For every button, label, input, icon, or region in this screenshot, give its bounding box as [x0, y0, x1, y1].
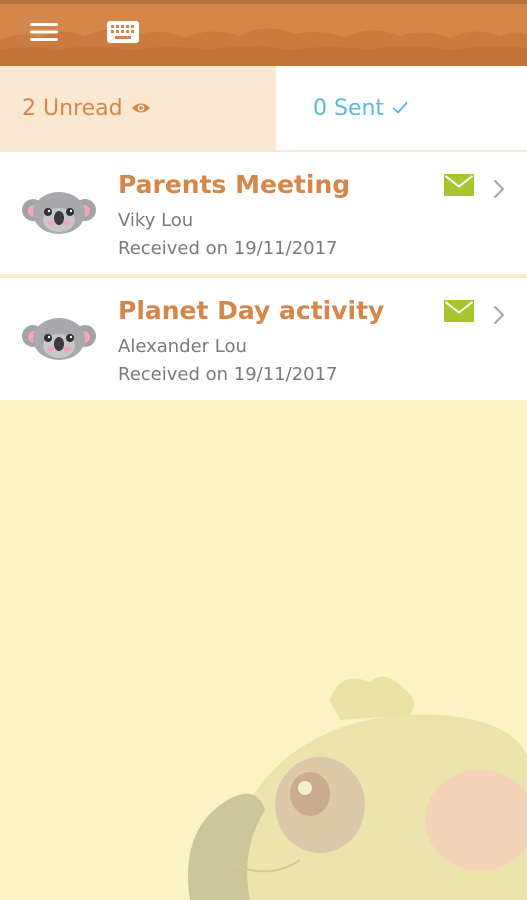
koala-avatar	[22, 192, 96, 234]
header-hills-decoration	[0, 0, 527, 66]
chevron-right-icon[interactable]	[492, 304, 506, 326]
chevron-right-icon[interactable]	[492, 178, 506, 200]
envelope-icon	[444, 174, 474, 196]
koala-avatar	[22, 318, 96, 360]
message-sender: Alexander Lou	[118, 336, 247, 357]
message-subject: Parents Meeting	[118, 170, 351, 199]
message-row[interactable]: Planet Day activity Alexander Lou Receiv…	[0, 276, 527, 400]
hamburger-menu-icon	[30, 23, 58, 41]
tab-sent-label: 0 Sent	[313, 95, 385, 121]
menu-button[interactable]	[22, 14, 66, 50]
envelope-icon	[444, 300, 474, 322]
message-row[interactable]: Parents Meeting Viky Lou Received on 19/…	[0, 150, 527, 274]
message-subject: Planet Day activity	[118, 296, 385, 325]
keyboard-button[interactable]	[100, 14, 146, 50]
eye-icon	[131, 101, 151, 115]
owl-mascot-illustration	[188, 676, 527, 900]
message-sender: Viky Lou	[118, 210, 194, 231]
mailbox-tabs: 2 Unread 0 Sent	[0, 66, 527, 150]
tab-unread[interactable]: 2 Unread	[0, 66, 276, 150]
message-list: Parents Meeting Viky Lou Received on 19/…	[0, 150, 527, 400]
app-bar	[0, 0, 527, 66]
tab-sent[interactable]: 0 Sent	[276, 66, 527, 150]
keyboard-icon	[107, 21, 139, 43]
message-received-date: Received on 19/11/2017	[118, 238, 338, 259]
message-received-date: Received on 19/11/2017	[118, 364, 338, 385]
checkmark-icon	[392, 101, 408, 115]
tab-unread-label: 2 Unread	[22, 95, 123, 121]
